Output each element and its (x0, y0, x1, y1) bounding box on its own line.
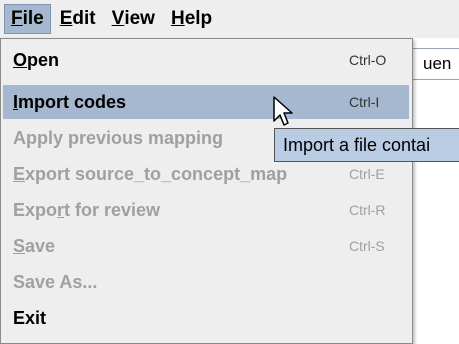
menu-item-import-codes[interactable]: Import codes Ctrl-I (3, 85, 409, 119)
menu-file-mnemonic: F (11, 8, 23, 29)
menu-edit[interactable]: Edit (53, 4, 103, 34)
menu-item-exit[interactable]: Exit (3, 301, 409, 335)
file-menu-dropdown: Open Ctrl-O Import codes Ctrl-I Apply pr… (0, 38, 413, 344)
menu-edit-mnemonic: E (59, 8, 73, 29)
menu-file[interactable]: File (4, 4, 51, 34)
menu-item-export-source-to-concept-map-label: Export source_to_concept_map (13, 163, 288, 184)
menu-item-exit-label: Exit (13, 307, 47, 328)
import-codes-tooltip: Import a file contai (274, 128, 459, 162)
menu-item-open[interactable]: Open Ctrl-O (3, 43, 409, 77)
menu-item-save-as-label: Save As... (13, 271, 98, 292)
menu-item-apply-previous-mapping-label: Apply previous mapping (13, 127, 224, 148)
menu-item-open-shortcut: Ctrl-O (349, 52, 387, 68)
menu-item-export-for-review[interactable]: Export for review Ctrl-R (3, 193, 409, 227)
app-window: File Edit View Help uen Open Ctrl-O Impo… (0, 0, 459, 344)
menu-item-save-label: Save (13, 235, 56, 256)
mouse-pointer-icon (273, 96, 293, 126)
menu-edit-label: dit (72, 8, 96, 29)
menu-item-import-codes-shortcut: Ctrl-I (349, 94, 380, 110)
menu-item-save[interactable]: Save Ctrl-S (3, 229, 409, 263)
menu-item-export-for-review-shortcut: Ctrl-R (349, 202, 386, 218)
menu-item-import-codes-label: Import codes (13, 91, 127, 112)
menu-view-label: iew (124, 8, 155, 29)
menu-bar: File Edit View Help (0, 0, 459, 38)
menu-file-label: ile (22, 8, 44, 29)
menu-item-export-source-to-concept-map-shortcut: Ctrl-E (349, 166, 385, 182)
menu-help-label: elp (184, 8, 213, 29)
menu-item-save-shortcut: Ctrl-S (349, 238, 385, 254)
menu-view[interactable]: View (105, 4, 162, 34)
menu-item-open-label: Open (13, 49, 60, 70)
menu-item-save-as[interactable]: Save As... (3, 265, 409, 299)
menu-item-export-for-review-label: Export for review (13, 199, 161, 220)
menu-view-mnemonic: V (111, 8, 125, 29)
menu-help-mnemonic: H (170, 8, 185, 29)
menu-item-export-source-to-concept-map[interactable]: Export source_to_concept_map Ctrl-E (3, 157, 409, 191)
menu-help[interactable]: Help (164, 4, 219, 34)
